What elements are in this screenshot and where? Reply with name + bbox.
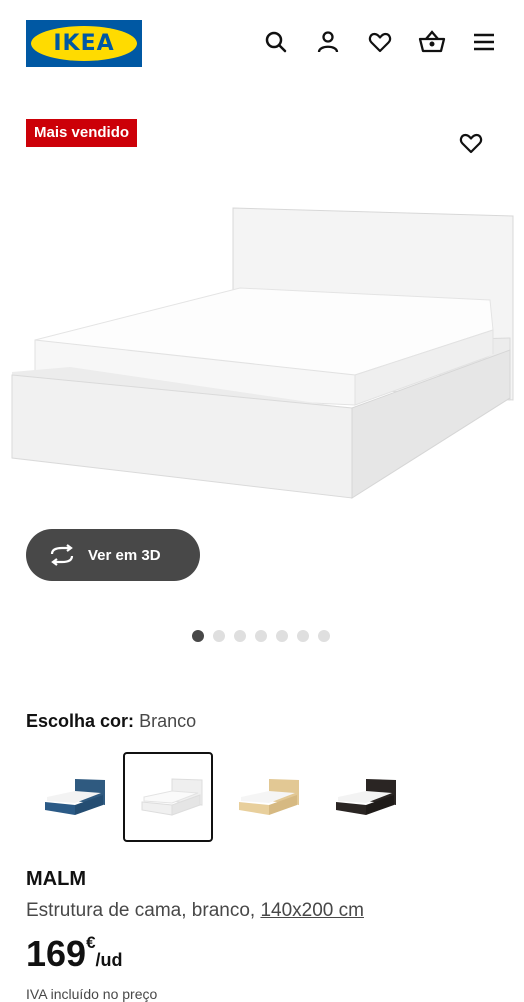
color-swatch-white[interactable]	[123, 752, 213, 842]
product-price: 169€/ud	[26, 933, 123, 975]
size-link[interactable]: 140x200 cm	[260, 900, 364, 921]
heart-icon[interactable]	[364, 26, 396, 58]
color-label-value: Branco	[139, 711, 197, 731]
carousel-dot[interactable]	[297, 630, 309, 642]
search-icon[interactable]	[260, 26, 292, 58]
product-description: Estrutura de cama, branco, 140x200 cm	[26, 900, 364, 922]
basket-icon[interactable]	[416, 26, 448, 58]
favorite-heart-icon[interactable]	[455, 127, 487, 159]
user-icon[interactable]	[312, 26, 344, 58]
carousel-dots	[192, 630, 330, 642]
ikea-logo[interactable]: IKEA	[26, 20, 142, 67]
carousel-dot[interactable]	[276, 630, 288, 642]
color-label-key: Escolha cor:	[26, 711, 135, 731]
vat-note: IVA incluído no preço	[26, 986, 158, 1002]
price-currency: €	[86, 933, 96, 952]
bestseller-badge: Mais vendido	[26, 119, 138, 147]
carousel-dot[interactable]	[234, 630, 246, 642]
color-swatch-blue[interactable]	[26, 752, 116, 842]
color-swatch-oak[interactable]	[220, 752, 310, 842]
color-selector-label: Escolha cor: Branco	[26, 711, 196, 732]
view-3d-label: Ver em 3D	[88, 546, 161, 564]
product-image[interactable]	[0, 180, 524, 520]
price-amount: 169	[26, 933, 87, 974]
menu-icon[interactable]	[468, 26, 500, 58]
rotate-3d-icon	[48, 544, 76, 566]
carousel-dot[interactable]	[255, 630, 267, 642]
view-3d-button[interactable]: Ver em 3D	[26, 529, 200, 581]
product-description-text: Estrutura de cama, branco,	[26, 900, 261, 921]
logo-text: IKEA	[53, 31, 115, 56]
carousel-dot[interactable]	[192, 630, 204, 642]
price-unit: /ud	[95, 950, 123, 970]
product-name: MALM	[26, 868, 86, 890]
color-swatch-black[interactable]	[317, 752, 407, 842]
carousel-dot[interactable]	[213, 630, 225, 642]
carousel-dot[interactable]	[318, 630, 330, 642]
